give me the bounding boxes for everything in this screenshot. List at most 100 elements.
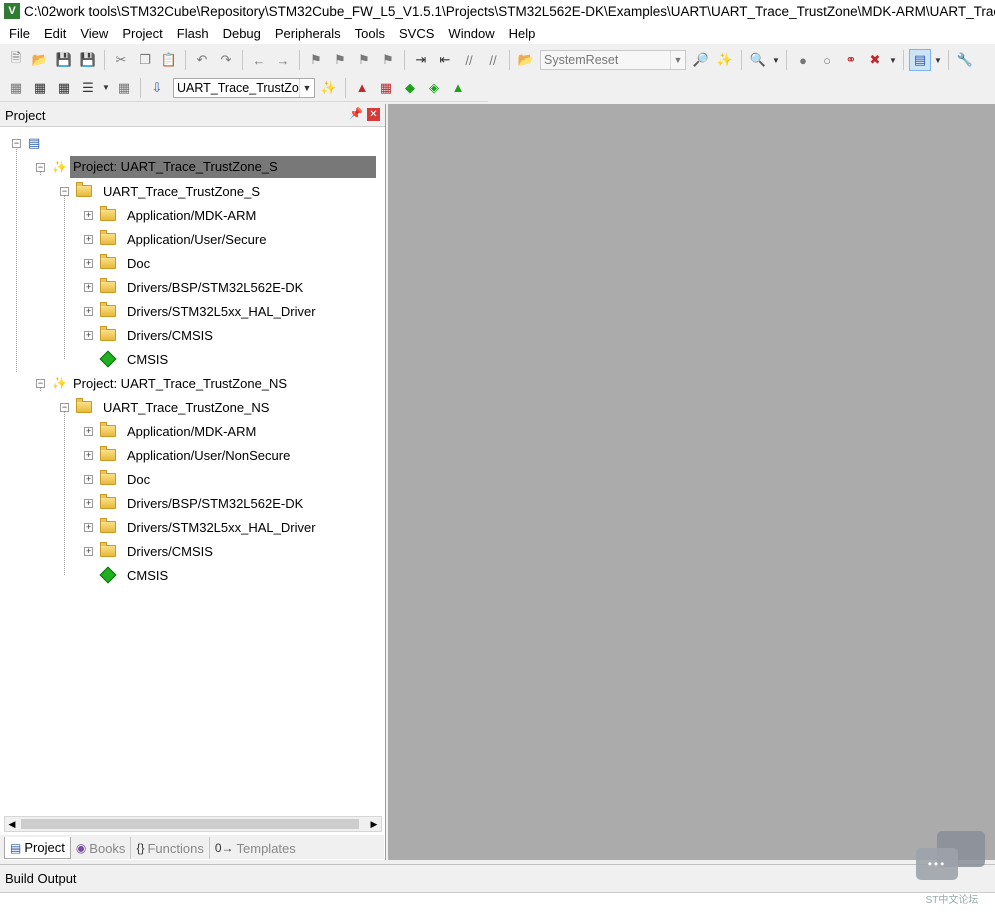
- collapse-icon[interactable]: −: [60, 186, 69, 196]
- menu-file[interactable]: File: [0, 26, 37, 41]
- expand-icon[interactable]: +: [84, 258, 93, 268]
- expand-icon[interactable]: +: [84, 450, 93, 460]
- manage-project-items-icon[interactable]: ▲: [351, 77, 373, 99]
- tree-project-s[interactable]: − ✨ Project: UART_Trace_TrustZone_S: [36, 155, 382, 179]
- menu-debug[interactable]: Debug: [216, 26, 268, 41]
- menu-flash[interactable]: Flash: [170, 26, 216, 41]
- expand-icon[interactable]: +: [84, 426, 93, 436]
- tree-group[interactable]: + Drivers/STM32L5xx_HAL_Driver: [84, 515, 319, 539]
- indent-icon[interactable]: ⇥: [410, 49, 432, 71]
- save-icon[interactable]: 💾: [53, 49, 75, 71]
- reset-mode-select[interactable]: SystemReset ▼: [540, 50, 686, 70]
- tree-group[interactable]: + Application/MDK-ARM: [84, 203, 259, 227]
- scroll-right-icon[interactable]: ▶: [367, 818, 381, 831]
- download-icon[interactable]: ⇩: [146, 77, 168, 99]
- bookmark-clear-icon[interactable]: ⚑: [377, 49, 399, 71]
- paste-icon[interactable]: 📋: [158, 49, 180, 71]
- scroll-left-icon[interactable]: ◀: [5, 818, 19, 831]
- nav-back-icon[interactable]: ←: [248, 49, 270, 71]
- collapse-icon[interactable]: −: [12, 138, 21, 148]
- kill-breakpoints-icon[interactable]: ✖: [864, 49, 886, 71]
- tree-group[interactable]: + Drivers/CMSIS: [84, 323, 216, 347]
- debug-session-icon[interactable]: 🔍: [747, 49, 769, 71]
- expand-icon[interactable]: +: [84, 474, 93, 484]
- tree-group[interactable]: + Application/User/NonSecure: [84, 443, 293, 467]
- workspace-root[interactable]: − ▤: [12, 131, 40, 155]
- translate-icon[interactable]: ▦: [5, 77, 27, 99]
- tab-templates[interactable]: 0→ Templates: [210, 837, 301, 859]
- tree-group[interactable]: + Drivers/BSP/STM32L562E-DK: [84, 275, 306, 299]
- menu-window[interactable]: Window: [441, 26, 501, 41]
- undo-icon[interactable]: ↶: [191, 49, 213, 71]
- expand-icon[interactable]: +: [84, 522, 93, 532]
- batch-build-icon[interactable]: ☰: [77, 77, 99, 99]
- uncomment-icon[interactable]: //: [482, 49, 504, 71]
- build-icon[interactable]: ▦: [29, 77, 51, 99]
- tree-project-ns[interactable]: − ✨ Project: UART_Trace_TrustZone_NS: [36, 371, 290, 395]
- close-icon[interactable]: ✕: [367, 108, 380, 121]
- build-output-pane[interactable]: [0, 892, 995, 915]
- chevron-down-icon[interactable]: ▼: [771, 49, 781, 71]
- stop-build-icon[interactable]: ▦: [113, 77, 135, 99]
- collapse-icon[interactable]: −: [36, 378, 45, 388]
- redo-icon[interactable]: ↷: [215, 49, 237, 71]
- chevron-down-icon[interactable]: ▼: [101, 77, 111, 99]
- open-file-icon[interactable]: 📂: [29, 49, 51, 71]
- menu-peripherals[interactable]: Peripherals: [268, 26, 348, 41]
- pack-installer-icon[interactable]: ◈: [423, 77, 445, 99]
- menu-edit[interactable]: Edit: [37, 26, 73, 41]
- chevron-down-icon[interactable]: ▼: [888, 49, 898, 71]
- tree-group[interactable]: + Drivers/STM32L5xx_HAL_Driver: [84, 299, 319, 323]
- tab-books[interactable]: ◉ Books: [71, 837, 132, 859]
- tree-group[interactable]: + Drivers/BSP/STM32L562E-DK: [84, 491, 306, 515]
- find-in-files-icon[interactable]: 📂: [515, 49, 537, 71]
- disable-breakpoints-icon[interactable]: ⚭: [840, 49, 862, 71]
- expand-icon[interactable]: +: [84, 546, 93, 556]
- menu-svcs[interactable]: SVCS: [392, 26, 441, 41]
- tree-group[interactable]: + Doc: [84, 251, 153, 275]
- manage-rte-icon[interactable]: ◆: [399, 77, 421, 99]
- expand-icon[interactable]: +: [84, 306, 93, 316]
- horizontal-scrollbar[interactable]: ◀ ▶: [4, 816, 382, 832]
- rebuild-icon[interactable]: ▦: [53, 77, 75, 99]
- window-layout-icon[interactable]: ▤: [909, 49, 931, 71]
- tab-project[interactable]: ▤ Project: [4, 837, 71, 859]
- tab-functions[interactable]: {} Functions: [131, 837, 210, 859]
- expand-icon[interactable]: +: [84, 498, 93, 508]
- bookmark-toggle-icon[interactable]: ⚑: [305, 49, 327, 71]
- select-packs-icon[interactable]: ▦: [375, 77, 397, 99]
- tree-group[interactable]: + Application/User/Secure: [84, 227, 269, 251]
- menu-help[interactable]: Help: [502, 26, 543, 41]
- copy-icon[interactable]: ❐: [134, 49, 156, 71]
- tree-group[interactable]: + Drivers/CMSIS: [84, 539, 216, 563]
- configure-tools-icon[interactable]: 🔧: [954, 49, 976, 71]
- expand-icon[interactable]: +: [84, 282, 93, 292]
- target-select[interactable]: UART_Trace_TrustZone ▼: [173, 77, 315, 98]
- tree-target-ns[interactable]: − UART_Trace_TrustZone_NS: [60, 395, 272, 419]
- cut-icon[interactable]: ✂: [110, 49, 132, 71]
- expand-icon[interactable]: +: [84, 330, 93, 340]
- tree-component[interactable]: CMSIS: [99, 347, 171, 371]
- enable-breakpoint-icon[interactable]: ○: [816, 49, 838, 71]
- menu-view[interactable]: View: [73, 26, 115, 41]
- pin-icon[interactable]: 📌: [349, 107, 363, 120]
- bookmark-next-icon[interactable]: ⚑: [353, 49, 375, 71]
- find-icon[interactable]: 🔎: [690, 49, 712, 71]
- new-file-icon[interactable]: 🗎: [5, 49, 27, 71]
- tree-group[interactable]: + Doc: [84, 467, 153, 491]
- expand-icon[interactable]: +: [84, 210, 93, 220]
- nav-forward-icon[interactable]: →: [272, 49, 294, 71]
- menu-project[interactable]: Project: [115, 26, 169, 41]
- tree-component[interactable]: CMSIS: [99, 563, 171, 587]
- select-software-packs-icon[interactable]: ▲: [447, 77, 469, 99]
- target-options-icon[interactable]: ✨: [318, 77, 340, 99]
- unindent-icon[interactable]: ⇤: [434, 49, 456, 71]
- chevron-down-icon[interactable]: ▼: [933, 49, 943, 71]
- collapse-icon[interactable]: −: [60, 402, 69, 412]
- bookmark-prev-icon[interactable]: ⚑: [329, 49, 351, 71]
- menu-tools[interactable]: Tools: [348, 26, 392, 41]
- tree-group[interactable]: + Application/MDK-ARM: [84, 419, 259, 443]
- expand-icon[interactable]: +: [84, 234, 93, 244]
- scroll-thumb[interactable]: [21, 819, 359, 829]
- save-all-icon[interactable]: 💾: [77, 49, 99, 71]
